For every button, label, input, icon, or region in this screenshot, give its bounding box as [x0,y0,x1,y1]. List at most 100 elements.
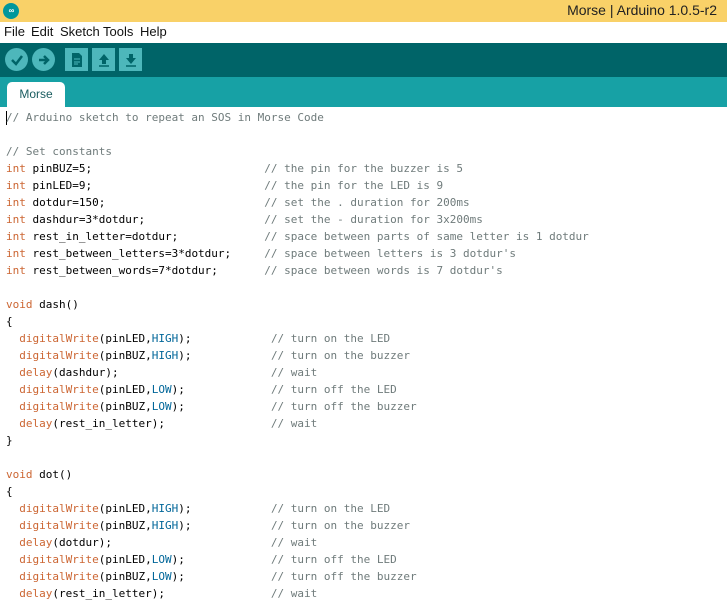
code-token: ); [178,349,271,362]
tab-morse[interactable]: Morse [7,82,65,107]
code-comment: // turn on the LED [270,332,391,345]
save-button[interactable] [119,48,142,71]
code-token: int [6,179,26,192]
code-token: HIGH [151,349,179,362]
code-line: int dotdur=150; // set the . duration fo… [6,194,589,211]
code-line: int pinBUZ=5; // the pin for the buzzer … [6,160,589,177]
open-button[interactable] [92,48,115,71]
arduino-logo-icon: ∞ [3,3,19,19]
code-comment: // turn off the LED [270,553,397,566]
code-line: digitalWrite(pinBUZ,HIGH); // turn on th… [6,347,589,364]
code-token: digitalWrite [19,553,99,566]
code-token: rest_between_letters=3*dotdur; [25,247,265,260]
code-token: digitalWrite [19,570,99,583]
code-token: (pinBUZ, [98,570,152,583]
code-token: { [6,315,13,328]
menu-sketch[interactable]: Sketch [60,24,100,39]
code-token: (rest_in_letter); [52,587,271,600]
upload-button[interactable] [32,48,55,71]
code-comment: // space between words is 7 dotdur's [264,264,503,277]
code-comment: // set the . duration for 200ms [264,196,470,209]
menu-edit[interactable]: Edit [31,24,53,39]
code-comment: // turn on the buzzer [270,519,411,532]
tab-bar: Morse [0,77,727,107]
code-comment: // turn off the buzzer [270,400,417,413]
code-token: rest_in_letter=dotdur; [25,230,265,243]
code-comment: // turn on the buzzer [270,349,411,362]
code-line: digitalWrite(pinBUZ,HIGH); // turn on th… [6,517,589,534]
menu-tools[interactable]: Tools [103,24,133,39]
code-comment: // set the - duration for 3x200ms [264,213,483,226]
menu-help[interactable]: Help [140,24,167,39]
code-editor[interactable]: // Arduino sketch to repeat an SOS in Mo… [0,107,727,604]
title-bar: ∞ Morse | Arduino 1.0.5-r2 [0,0,727,22]
code-comment: // wait [270,366,318,379]
code-line: digitalWrite(pinLED,HIGH); // turn on th… [6,330,589,347]
code-token: (dashdur); [52,366,271,379]
code-comment: // turn off the buzzer [270,570,417,583]
document-icon [71,52,82,67]
code-comment: // Arduino sketch to repeat an SOS in Mo… [6,111,324,124]
arrow-down-icon [125,53,136,67]
code-line: delay(rest_in_letter); // wait [6,585,589,602]
code-token: ); [171,383,271,396]
code-token: ); [178,502,271,515]
code-token: digitalWrite [19,400,99,413]
code-line: delay(dashdur); // wait [6,364,589,381]
code-token: LOW [151,570,172,583]
menu-file[interactable]: File [4,24,25,39]
code-line: digitalWrite(pinLED,HIGH); // turn on th… [6,500,589,517]
code-token: int [6,247,26,260]
arrow-up-icon [98,53,109,67]
code-line: delay(rest_in_letter); // wait [6,415,589,432]
code-line: delay(dotdur); // wait [6,534,589,551]
arrow-right-icon [38,54,50,65]
code-token: dashdur=3*dotdur; [25,213,265,226]
code-line: void dot() [6,466,589,483]
code-token: delay [19,366,53,379]
code-line: int pinLED=9; // the pin for the LED is … [6,177,589,194]
code-token: int [6,264,26,277]
code-comment: // turn off the LED [270,383,397,396]
checkmark-icon [10,54,23,66]
window-title: Morse | Arduino 1.0.5-r2 [567,2,717,18]
code-token: digitalWrite [19,519,99,532]
code-comment: // the pin for the LED is 9 [264,179,444,192]
code-comment: // wait [270,587,318,600]
verify-button[interactable] [5,48,28,71]
code-line: { [6,313,589,330]
code-token: (pinLED, [98,332,152,345]
code-comment: // space between parts of same letter is… [264,230,589,243]
code-line: digitalWrite(pinLED,LOW); // turn off th… [6,551,589,568]
code-token: dotdur=150; [25,196,265,209]
code-token: void [6,298,33,311]
code-token: dash() [32,298,79,311]
code-token: HIGH [151,502,179,515]
code-token: dot() [32,468,73,481]
code-token: delay [19,417,53,430]
code-token: int [6,162,26,175]
code-token: delay [19,587,53,600]
code-line: digitalWrite(pinBUZ,LOW); // turn off th… [6,568,589,585]
code-token: ); [178,332,271,345]
new-button[interactable] [65,48,88,71]
code-comment: // turn on the LED [270,502,391,515]
code-token: (pinBUZ, [98,349,152,362]
code-line: void dash() [6,296,589,313]
code-token: } [6,434,13,447]
code-token: pinLED=9; [25,179,265,192]
code-token: digitalWrite [19,332,99,345]
code-token: delay [19,536,53,549]
code-token: (pinBUZ, [98,400,152,413]
code-token: int [6,230,26,243]
